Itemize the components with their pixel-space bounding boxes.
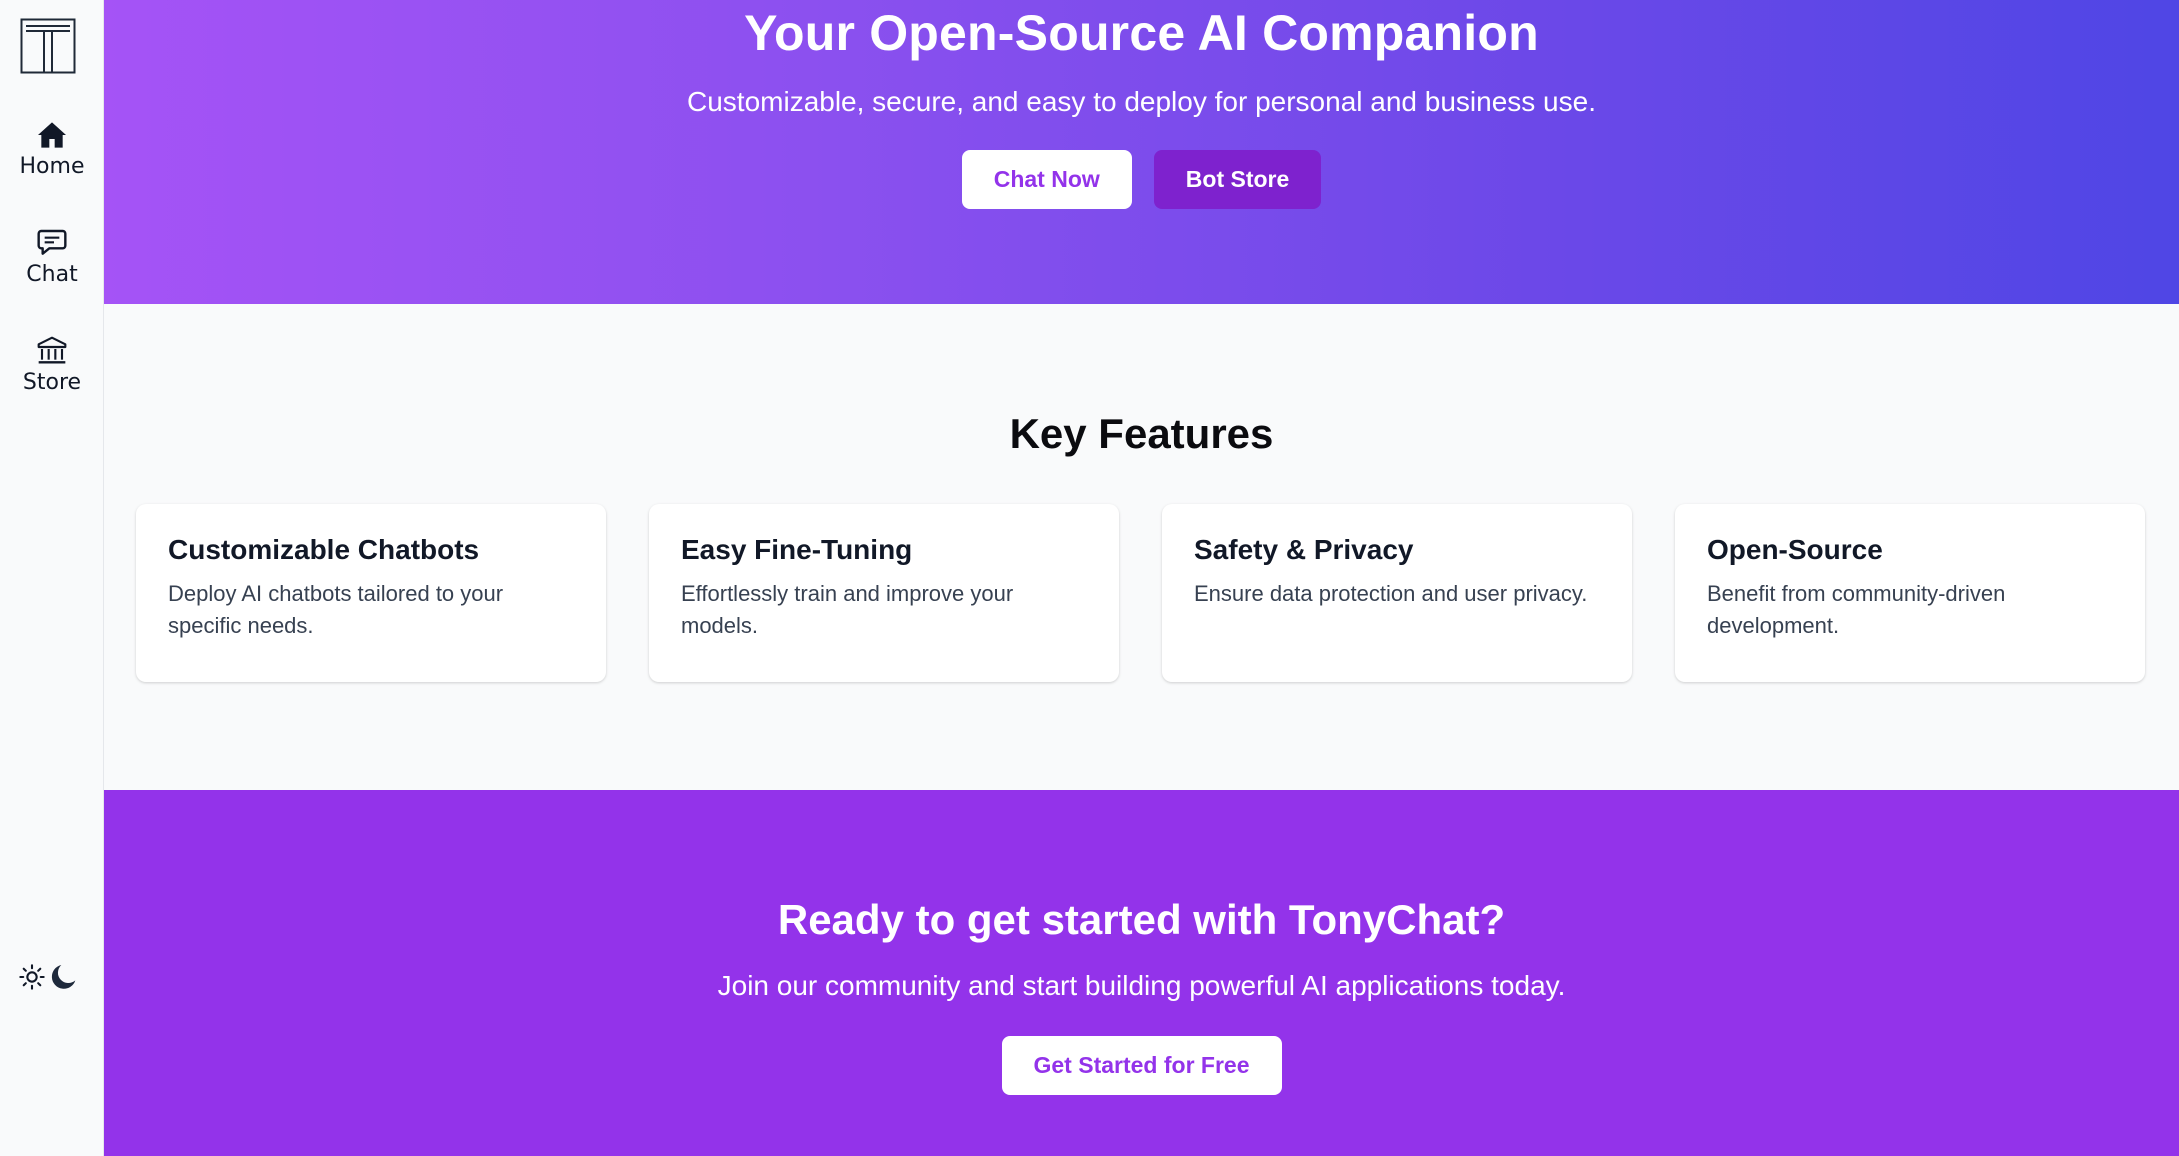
feature-card-title: Open-Source [1707,534,1883,565]
main-content: Your Open-Source AI Companion Customizab… [104,0,2179,1156]
hero-title: Your Open-Source AI Companion [744,5,1539,61]
theme-toggle[interactable] [16,960,82,998]
feature-card-description: Benefit from community-driven developmen… [1707,581,2006,638]
sidebar-item-label: Home [19,154,85,179]
feature-card-description: Effortlessly train and improve your mode… [681,581,1014,638]
home-icon [35,118,69,152]
cta-button-wrap: Get Started for Free [104,1036,2179,1095]
feature-card-easy-fine-tuning: Easy Fine-Tuning Effortlessly train and … [649,504,1119,682]
hero-subtitle: Customizable, secure, and easy to deploy… [687,86,1596,117]
feature-card-title: Easy Fine-Tuning [681,534,913,565]
features-title: Key Features [1009,410,1274,457]
sun-icon[interactable] [18,963,46,996]
chat-now-button[interactable]: Chat Now [961,150,1132,209]
sidebar-item-label: Store [22,370,82,395]
hero-section: Your Open-Source AI Companion Customizab… [104,0,2179,304]
sidebar-item-home[interactable]: Home [0,118,104,179]
hero-buttons: Chat Now Bot Store [104,150,2179,209]
feature-card-customizable-chatbots: Customizable Chatbots Deploy AI chatbots… [136,504,606,682]
feature-card-description: Deploy AI chatbots tailored to your spec… [168,581,504,638]
cta-title: Ready to get started with TonyChat? [777,896,1506,943]
chat-icon [35,226,69,260]
feature-card-safety-privacy: Safety & Privacy Ensure data protection … [1162,504,1632,682]
sidebar-item-label: Chat [26,262,78,287]
features-section: Key Features Customizable Chatbots Deplo… [104,304,2179,790]
sidebar: Home Chat Store [0,0,104,1156]
sidebar-item-store[interactable]: Store [0,334,104,395]
feature-card-title: Customizable Chatbots [168,534,480,565]
cta-subtitle: Join our community and start building po… [717,970,1566,1001]
logo-icon[interactable] [20,18,76,74]
feature-card-description: Ensure data protection and user privacy. [1194,581,1588,606]
app-root: Home Chat Store Your Open-Source AI Comp… [0,0,2179,1156]
feature-card-title: Safety & Privacy [1194,534,1414,565]
feature-card-open-source: Open-Source Benefit from community-drive… [1675,504,2145,682]
bot-store-button[interactable]: Bot Store [1153,150,1322,209]
store-icon [35,334,69,368]
get-started-button[interactable]: Get Started for Free [1001,1036,1282,1095]
sidebar-item-chat[interactable]: Chat [0,226,104,287]
moon-icon[interactable] [48,961,80,998]
cta-section: Ready to get started with TonyChat? Join… [104,790,2179,1156]
